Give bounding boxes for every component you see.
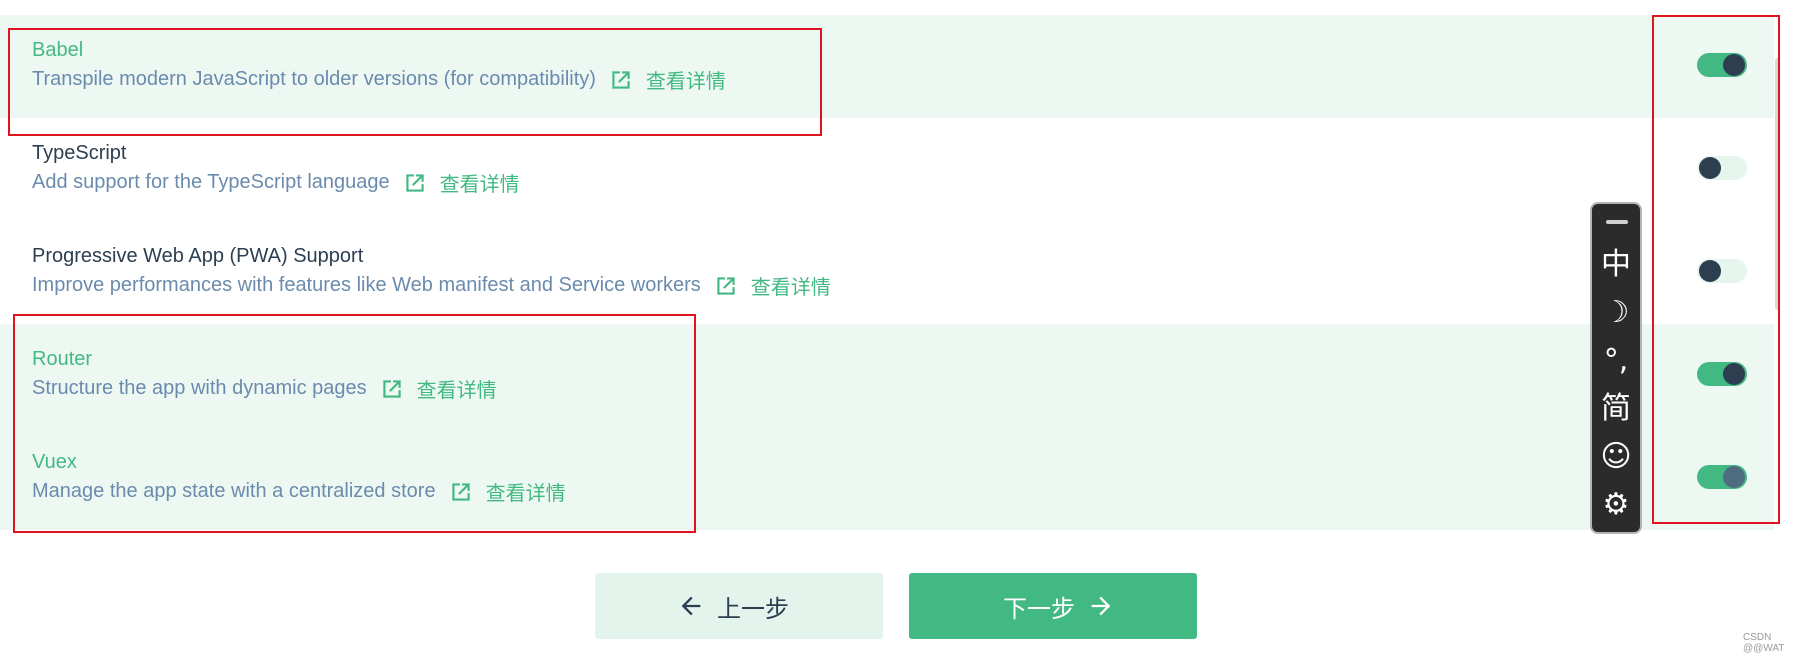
prev-step-button[interactable]: 上一步 [595,573,883,639]
details-link[interactable]: 查看详情 [751,271,831,300]
ime-punctuation-icon[interactable]: °, [1592,344,1640,378]
feature-description: Add support for the TypeScript language … [32,168,520,197]
feature-description-text: Add support for the TypeScript language [32,171,390,193]
feature-name: Progressive Web App (PWA) Support [32,245,364,267]
external-link-icon[interactable] [402,170,428,196]
feature-name: TypeScript [32,142,127,164]
feature-description-text: Improve performances with features like … [32,274,701,296]
ime-simplified-icon[interactable]: 简 [1592,392,1640,426]
arrow-left-icon [681,596,701,616]
ime-drag-handle[interactable] [1606,220,1628,224]
ime-toolbar[interactable]: 中 ☽ °, 简 ☺ ⚙ [1590,202,1642,534]
ime-settings-icon[interactable]: ⚙ [1592,488,1640,522]
next-step-label: 下一步 [1003,595,1075,623]
annotation-box-babel [8,28,822,136]
watermark: CSDN @@WAT [1743,632,1785,654]
ime-moon-icon[interactable]: ☽ [1592,296,1640,330]
ime-chinese-mode-icon[interactable]: 中 [1592,248,1640,282]
prev-step-label: 上一步 [717,595,789,623]
ime-emoji-icon[interactable]: ☺ [1592,440,1640,474]
details-link[interactable]: 查看详情 [440,168,520,197]
feature-description: Improve performances with features like … [32,271,831,300]
arrow-right-icon [1091,596,1111,616]
annotation-box-router-vuex [13,314,696,533]
feature-row-pwa[interactable]: Progressive Web App (PWA) Support Improv… [0,221,1774,324]
next-step-button[interactable]: 下一步 [909,573,1197,639]
external-link-icon[interactable] [713,273,739,299]
annotation-box-toggles [1652,15,1780,524]
